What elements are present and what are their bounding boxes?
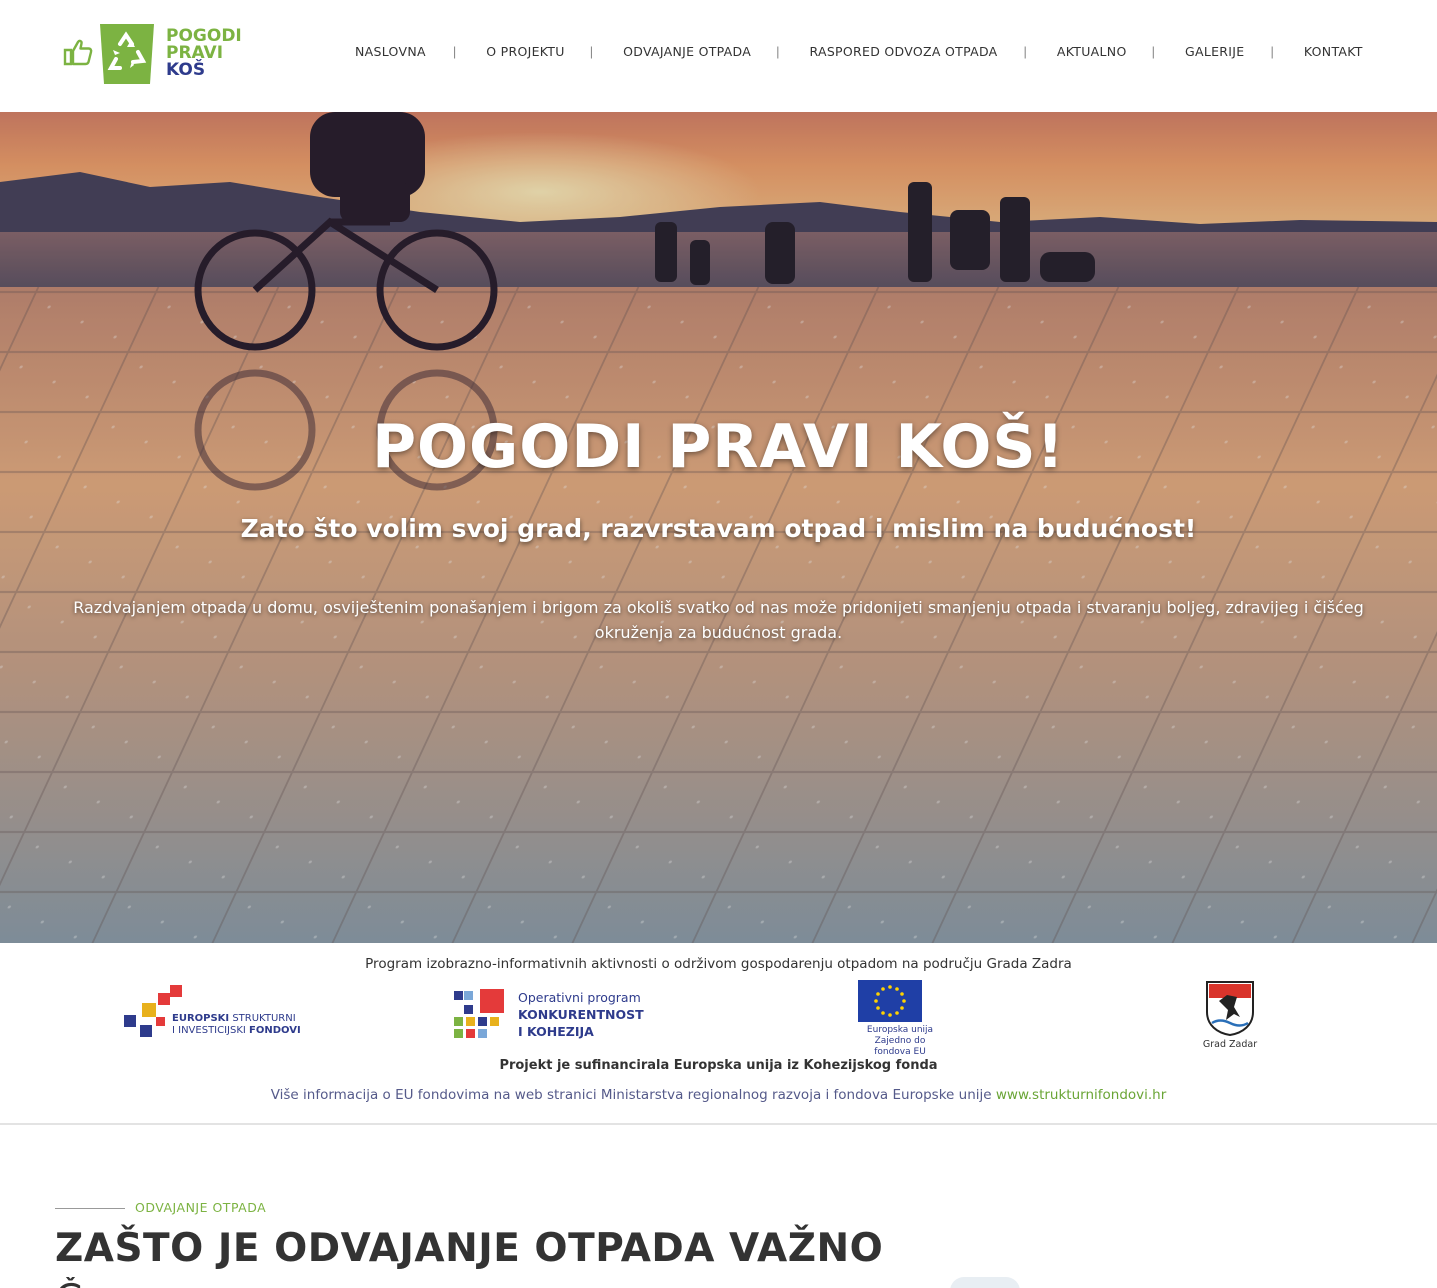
grad-zadar-logo: Grad Zadar [1198,979,1262,1054]
eu-funds-info-text: Više informacija o EU fondovima na web s… [270,1087,996,1103]
opkk-line-3: I KOHEZIJA [518,1024,594,1039]
eu-caption-line-1: Europska unija [866,1025,934,1035]
esif-logo: EUROPSKI STRUKTURNI I INVESTICIJSKI FOND… [122,983,302,1043]
kicker-divider [55,1208,125,1209]
eu-funds-info: Više informacija o EU fondovima na web s… [0,1087,1437,1103]
nav-separator: | [1151,43,1155,59]
nav-item-o-projektu[interactable]: O PROJEKTU [486,44,564,59]
nav-item-raspored-odvoza[interactable]: RASPORED ODVOZA OTPADA [809,44,997,59]
zadar-caption: Grad Zadar [1202,1039,1258,1050]
logo-wordmark: POGODI PRAVI KOŠ [166,28,242,79]
site-header: POGODI PRAVI KOŠ NASLOVNA | O PROJEKTU |… [0,0,1437,112]
cofinancing-note: Projekt je sufinancirala Europska unija … [499,1058,938,1073]
nav-separator: | [776,43,780,59]
section-heading: ZAŠTO JE ODVAJANJE OTPADA VAŽNO [55,1226,883,1271]
eu-caption-line-2: Zajedno do fondova EU [874,1036,926,1057]
nav-item-naslovna[interactable]: NASLOVNA [355,44,426,59]
nav-separator: | [452,43,457,59]
hero-description: Razdvajanjem otpada u domu, osviještenim… [73,598,1364,642]
nav-item-galerije[interactable]: GALERIJE [1185,44,1244,59]
site-logo[interactable]: POGODI PRAVI KOŠ [62,22,262,86]
eu-flag-logo: Europska unija Zajedno do fondova EU [855,980,945,1057]
thumbs-up-icon [63,39,93,66]
logo-word-3: KOŠ [166,60,206,80]
opkk-squares-icon [454,989,504,1038]
recycle-bin-icon [100,24,154,84]
section-kicker: ODVAJANJE OTPADA [135,1200,267,1215]
hero-subtitle: Zato što volim svoj grad, razvrstavam ot… [240,514,1197,543]
heading-line-2-text: Č [55,1277,82,1288]
opkk-line-1: Operativni program [518,990,641,1005]
zadar-coat-of-arms-icon [1206,981,1254,1037]
hero-title: POGODI PRAVI KOŠ! [372,412,1065,482]
heading-part-3: VAŽNO [714,1226,884,1271]
esif-text-rest-1: STRUKTURNI [229,1013,296,1024]
nav-item-aktualno[interactable]: AKTUALNO [1057,44,1127,59]
section-heading-line-2: Č [55,1277,95,1288]
strukturni-fondovi-link[interactable]: www.strukturnifondovi.hr [996,1087,1166,1103]
heading-part-bold: ODVAJANJE OTPADA [274,1226,715,1271]
opkk-line-2: KONKURENTNOST [518,1007,644,1022]
program-title: Program izobrazno-informativnih aktivnos… [365,956,1072,972]
esif-text: EUROPSKI STRUKTURNI I INVESTICIJSKI FOND… [172,1013,301,1037]
nav-separator: | [1270,43,1274,59]
main-nav: NASLOVNA | O PROJEKTU | ODVAJANJE OTPADA… [340,40,1363,62]
opkk-logo: Operativni program KONKURENTNOST I KOHEZ… [452,989,652,1045]
eu-flag-caption: Europska unija Zajedno do fondova EU [855,1025,945,1058]
nav-item-kontakt[interactable]: KONTAKT [1304,44,1363,59]
esif-text-bold-1: EUROPSKI [172,1013,230,1024]
heading-part-1: ZAŠTO JE [55,1226,275,1271]
opkk-text: Operativni program KONKURENTNOST I KOHEZ… [518,989,644,1040]
nav-separator: | [589,43,594,59]
hero-section: POGODI PRAVI KOŠ! Zato što volim svoj gr… [0,112,1437,943]
esif-text-rest-2: I INVESTICIJSKI [172,1025,250,1036]
eu-flag-icon [858,980,922,1022]
esif-text-bold-2: FONDOVI [249,1025,301,1036]
decorative-circle [950,1277,1020,1288]
nav-separator: | [1023,43,1027,59]
separation-intro-section: ODVAJANJE OTPADA ZAŠTO JE ODVAJANJE OTPA… [0,1127,1437,1288]
nav-item-odvajanje-otpada[interactable]: ODVAJANJE OTPADA [623,44,751,59]
eu-funding-strip: Program izobrazno-informativnih aktivnos… [0,943,1437,1125]
